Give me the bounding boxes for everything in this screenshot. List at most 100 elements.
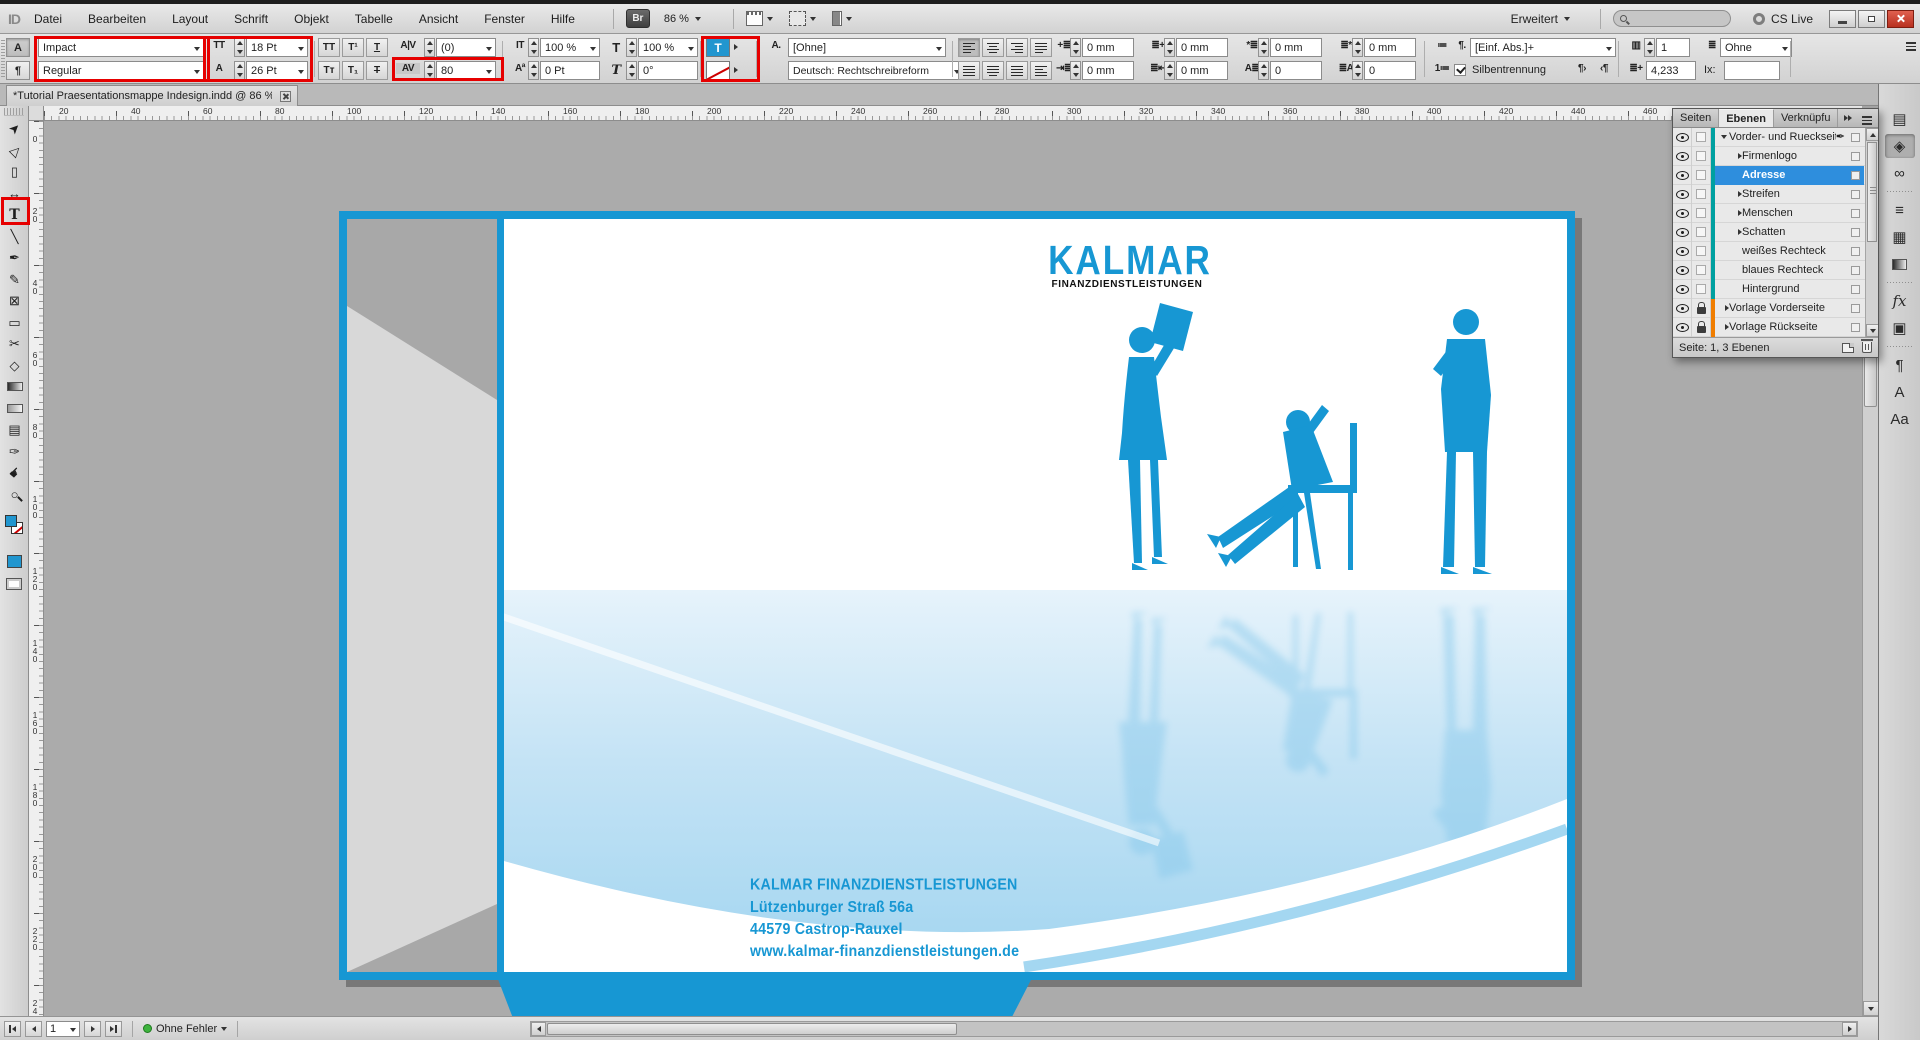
visibility-cell[interactable] <box>1673 185 1692 204</box>
lock-cell[interactable] <box>1692 318 1711 337</box>
menu-item[interactable]: Layout <box>172 12 208 26</box>
numbered-list-icon[interactable]: 1≔ <box>1430 63 1454 74</box>
layer-select-box[interactable] <box>1851 323 1860 332</box>
layer-row-content[interactable]: Streifen ✒ <box>1715 185 1864 204</box>
lock-cell[interactable] <box>1692 185 1711 204</box>
dock-panel-button[interactable]: A <box>1885 380 1915 404</box>
justify-left-button[interactable] <box>1030 38 1052 57</box>
paragraph-direction-ltr-icon[interactable]: ¶› <box>1570 63 1594 74</box>
bridge-button[interactable]: Br <box>626 9 650 28</box>
layer-row-content[interactable]: Vorlage Vorderseite ✒ <box>1715 299 1864 318</box>
lock-cell[interactable] <box>1692 261 1711 280</box>
restore-button[interactable] <box>1858 10 1885 28</box>
ix-field[interactable] <box>1724 61 1780 80</box>
font-family-field[interactable]: Impact <box>38 38 204 57</box>
lock-cell[interactable] <box>1692 280 1711 299</box>
tool-button[interactable]: ○ <box>0 484 29 506</box>
scroll-left-button[interactable] <box>531 1022 546 1036</box>
tool-button[interactable]: ✒ <box>0 247 29 269</box>
drop-cap-chars-field[interactable]: 0 <box>1364 61 1416 80</box>
collapse-panel-icon[interactable] <box>1844 115 1852 121</box>
visibility-cell[interactable] <box>1673 242 1692 261</box>
ruler-origin-corner[interactable] <box>29 106 44 121</box>
layer-select-box[interactable] <box>1851 133 1860 142</box>
align-right-button[interactable] <box>1006 38 1028 57</box>
preflight-menu-icon[interactable] <box>221 1027 227 1031</box>
visibility-cell[interactable] <box>1673 318 1692 337</box>
font-size-field[interactable]: 18 Pt <box>246 38 308 57</box>
fill-stroke-swatches[interactable] <box>0 513 28 547</box>
font-size-stepper[interactable] <box>234 38 245 57</box>
tool-button[interactable]: ☛ <box>0 462 29 484</box>
menu-item[interactable]: Ansicht <box>419 12 458 26</box>
layer-name[interactable]: Streifen <box>1742 188 1780 200</box>
layer-select-box[interactable] <box>1851 304 1860 313</box>
visibility-cell[interactable] <box>1673 166 1692 185</box>
first-page-button[interactable] <box>4 1021 21 1037</box>
dock-panel-button[interactable]: Aa <box>1885 407 1915 431</box>
lock-cell[interactable] <box>1692 128 1711 147</box>
fill-swatch-icon[interactable] <box>5 515 17 527</box>
layer-row-content[interactable]: Hintergrund ✒ <box>1715 280 1864 299</box>
layer-name[interactable]: weißes Rechteck <box>1742 245 1826 257</box>
vertical-scale-stepper[interactable] <box>528 38 539 57</box>
visibility-cell[interactable] <box>1673 204 1692 223</box>
delete-layer-button[interactable] <box>1862 342 1872 353</box>
space-before-field[interactable]: 0 mm <box>1270 38 1322 57</box>
tool-button[interactable]: ▯ <box>0 161 29 183</box>
layer-row[interactable]: Vorlage Vorderseite ✒ <box>1673 299 1878 318</box>
layer-row-content[interactable]: Schatten ✒ <box>1715 223 1864 242</box>
screen-mode-dropdown[interactable] <box>789 11 816 26</box>
menu-item[interactable]: Schrift <box>234 12 268 26</box>
horizontal-scale-field[interactable]: 100 % <box>638 38 698 57</box>
horizontal-scrollbar[interactable] <box>530 1021 1858 1037</box>
tracking-field[interactable]: 80 <box>436 61 496 80</box>
lock-cell[interactable] <box>1692 299 1711 318</box>
layer-row-content[interactable]: Vorder- und Rueckseite ✒ <box>1715 128 1864 147</box>
drop-cap-lines-stepper[interactable] <box>1258 61 1269 80</box>
expander-icon[interactable] <box>1719 305 1729 311</box>
space-after-field[interactable]: 0 mm <box>1364 38 1416 57</box>
layer-name[interactable]: Firmenlogo <box>1742 150 1797 162</box>
new-layer-button[interactable] <box>1842 343 1854 353</box>
layer-row[interactable]: weißes Rechteck ✒ <box>1673 242 1878 261</box>
baseline-shift-field[interactable]: 0 Pt <box>540 61 600 80</box>
tool-button[interactable]: ▭ <box>0 312 29 334</box>
gutter-field[interactable]: 4,233 <box>1646 61 1696 80</box>
zoom-level-dropdown[interactable]: 86 % <box>664 13 701 25</box>
visibility-cell[interactable] <box>1673 223 1692 242</box>
stroke-color-swatch[interactable] <box>706 61 730 80</box>
tool-button[interactable]: ✑ <box>0 441 29 463</box>
justify-center-button[interactable] <box>958 61 980 80</box>
layer-select-box[interactable] <box>1851 209 1860 218</box>
layer-row-content[interactable]: Vorlage Rückseite ✒ <box>1715 318 1864 337</box>
layer-row[interactable]: Firmenlogo ✒ <box>1673 147 1878 166</box>
workspace-switcher[interactable]: Erweitert <box>1511 12 1570 26</box>
paragraph-direction-rtl-icon[interactable]: ‹¶ <box>1592 63 1616 74</box>
all-caps-button[interactable]: TT <box>318 38 340 57</box>
align-towards-spine-button[interactable] <box>1030 61 1052 80</box>
dock-panel-button[interactable]: ¶ <box>1885 353 1915 377</box>
visibility-cell[interactable] <box>1673 147 1692 166</box>
dock-panel-button[interactable]: ∞ <box>1885 161 1915 185</box>
tool-button[interactable] <box>0 376 29 398</box>
layer-row[interactable]: Menschen ✒ <box>1673 204 1878 223</box>
close-tab-icon[interactable] <box>280 91 291 102</box>
control-panel-menu-icon[interactable] <box>1906 42 1916 51</box>
expander-icon[interactable] <box>1719 135 1729 139</box>
layers-scroll-up[interactable] <box>1866 128 1878 141</box>
indent-right-field[interactable]: 0 mm <box>1176 38 1228 57</box>
horizontal-scale-stepper[interactable] <box>626 38 637 57</box>
layer-name[interactable]: Vorlage Rückseite <box>1729 321 1818 333</box>
document-tab[interactable]: *Tutorial Praesentationsmappe Indesign.i… <box>6 85 298 106</box>
vertical-scale-field[interactable]: 100 % <box>540 38 600 57</box>
layer-select-box[interactable] <box>1851 171 1860 180</box>
horizontal-scroll-thumb[interactable] <box>547 1023 957 1035</box>
last-line-indent-stepper[interactable] <box>1164 61 1175 80</box>
tool-button[interactable]: ▤ <box>0 419 29 441</box>
tool-button[interactable]: ➤ <box>0 118 29 140</box>
dock-panel-button[interactable]: ▤ <box>1885 107 1915 131</box>
paragraph-style-field[interactable]: [Einf. Abs.]+ <box>1470 38 1616 57</box>
fill-flyout-icon[interactable] <box>734 44 738 50</box>
kerning-field[interactable]: (0) <box>436 38 496 57</box>
